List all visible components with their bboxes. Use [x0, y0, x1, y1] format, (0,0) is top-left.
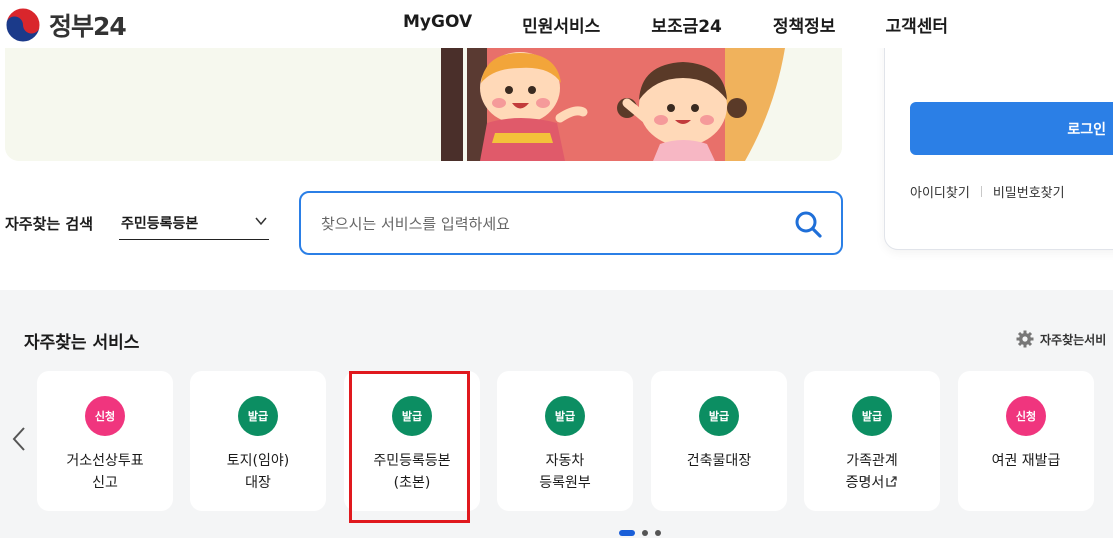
service-card-label: 거소선상투표 신고 [66, 453, 144, 491]
login-button[interactable]: 로그인 [910, 102, 1113, 155]
main-nav: MyGOV 민원서비스 보조금24 정책정보 고객센터 [403, 12, 998, 37]
gear-icon [1016, 330, 1034, 348]
external-link-icon [886, 476, 897, 487]
issue-badge: 발급 [545, 396, 585, 436]
nav-item-civil-services[interactable]: 민원서비스 [522, 12, 600, 37]
gov24-logo[interactable]: 정부24 [4, 6, 127, 44]
frequent-search-label: 자주찾는 검색 [5, 215, 94, 233]
issue-badge: 발급 [699, 396, 739, 436]
page: 정부24 MyGOV 민원서비스 보조금24 정책정보 고객센터 로그인 아이디… [0, 0, 1113, 538]
logo-text: 정부24 [49, 12, 127, 41]
service-card-label: 주민등록등본 (초본) [373, 453, 451, 491]
apply-badge: 신청 [1006, 396, 1046, 436]
nav-item-subsidy24[interactable]: 보조금24 [651, 12, 722, 37]
taegeuk-logo-icon [5, 7, 41, 43]
nav-item-customer-center[interactable]: 고객센터 [885, 12, 948, 37]
service-card-label: 토지(임야) 대장 [226, 453, 290, 491]
frequent-services-title: 자주찾는 서비스 [24, 333, 140, 353]
header: 정부24 MyGOV 민원서비스 보조금24 정책정보 고객센터 [0, 0, 1113, 48]
service-card-family-relation[interactable]: 발급 가족관계 증명서 [804, 371, 940, 511]
login-links-divider [980, 186, 982, 197]
login-card: 로그인 아이디찾기 비밀번호찾기 [884, 30, 1113, 250]
carousel-dot[interactable] [655, 530, 661, 536]
chevron-left-icon[interactable] [10, 424, 28, 454]
service-card-resident-registration[interactable]: 발급 주민등록등본 (초본) [344, 371, 480, 511]
carousel-dot-active[interactable] [619, 530, 635, 536]
service-card-building-register[interactable]: 발급 건축물대장 [651, 371, 787, 511]
nav-item-policy-info[interactable]: 정책정보 [773, 12, 836, 37]
find-password-link[interactable]: 비밀번호찾기 [993, 182, 1065, 201]
search-box [299, 191, 843, 255]
frequent-search-selected: 주민등록등본 [121, 216, 199, 232]
service-card-label: 건축물대장 [686, 453, 752, 469]
service-card-land-register[interactable]: 발급 토지(임야) 대장 [190, 371, 326, 511]
login-links: 아이디찾기 비밀번호찾기 [910, 182, 1065, 201]
issue-badge: 발급 [238, 396, 278, 436]
issue-badge: 발급 [392, 396, 432, 436]
search-input[interactable] [321, 211, 761, 237]
service-card-label: 가족관계 증명서 [804, 450, 940, 494]
apply-badge: 신청 [85, 396, 125, 436]
service-card-passport-reissue[interactable]: 신청 여권 재발급 [958, 371, 1094, 511]
service-card-absentee-ballot[interactable]: 신청 거소선상투표 신고 [37, 371, 173, 511]
frequent-search-select[interactable]: 주민등록등본 [119, 204, 269, 240]
frequent-services-section: 자주찾는 서비스 자주찾는서비 신청 거소선상투표 신고 발급 토지(임야) 대… [0, 290, 1113, 538]
issue-badge: 발급 [852, 396, 892, 436]
main-banner[interactable] [5, 48, 842, 161]
find-id-link[interactable]: 아이디찾기 [910, 182, 970, 201]
service-card-label: 여권 재발급 [991, 453, 1061, 469]
chevron-down-icon [255, 217, 267, 226]
search-icon[interactable] [792, 208, 824, 240]
service-card-vehicle-register[interactable]: 발급 자동차 등록원부 [497, 371, 633, 511]
frequent-services-settings-button[interactable]: 자주찾는서비 [1016, 330, 1106, 348]
carousel-pagination [619, 530, 668, 536]
nav-item-mygov[interactable]: MyGOV [403, 12, 472, 37]
frequent-services-settings-label: 자주찾는서비 [1040, 332, 1107, 347]
banner-illustration [5, 48, 842, 161]
carousel-dot[interactable] [642, 530, 648, 536]
service-card-label: 자동차 등록원부 [539, 453, 591, 491]
